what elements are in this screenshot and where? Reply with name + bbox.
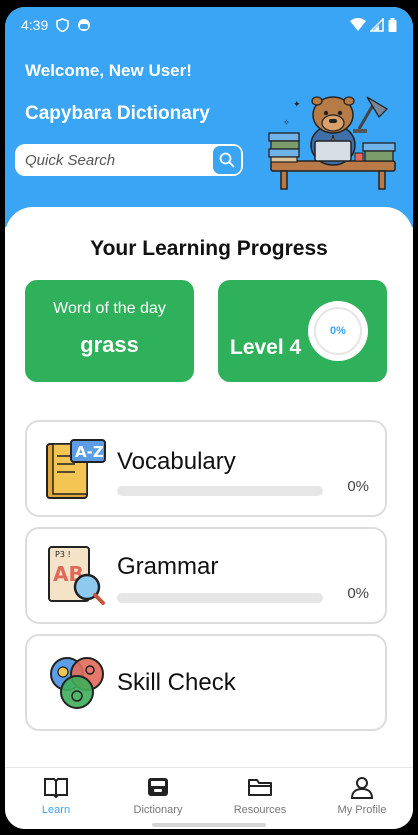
vocabulary-book-icon: A-Z <box>46 439 106 499</box>
bottom-navigation: Learn Dictionary Resources My Profile <box>5 767 413 829</box>
grammar-title: Grammar <box>117 553 219 580</box>
app-title: Capybara Dictionary <box>25 103 210 124</box>
svg-text:P3 !: P3 ! <box>55 550 71 559</box>
vocabulary-card[interactable]: A-Z Vocabulary 0% <box>25 420 387 517</box>
skill-check-venn-icon <box>50 657 104 709</box>
nav-learn-label: Learn <box>41 804 71 816</box>
level-card[interactable]: Level 4 0% <box>218 280 387 382</box>
vocabulary-progress-bar <box>117 486 323 496</box>
app-screen: 4:39 Welcome, New User! Capybara Diction… <box>5 7 413 829</box>
book-icon <box>44 778 68 799</box>
user-icon <box>350 777 374 799</box>
level-progress-ring: 0% <box>308 301 368 361</box>
search-button[interactable] <box>213 146 241 174</box>
grammar-magnifier-icon: P3 ! AB <box>48 546 105 605</box>
archive-box-icon <box>148 778 168 796</box>
level-label: Level 4 <box>230 336 302 359</box>
search-icon <box>219 152 235 168</box>
nav-dictionary-label: Dictionary <box>133 804 183 816</box>
skill-check-card[interactable]: Skill Check <box>25 634 387 731</box>
nav-my-profile-label: My Profile <box>337 804 387 816</box>
welcome-text: Welcome, New User! <box>25 61 192 80</box>
nav-learn[interactable]: Learn <box>5 768 107 829</box>
section-title: Your Learning Progress <box>90 237 328 260</box>
word-of-the-day-word: grass <box>80 332 139 357</box>
folder-icon <box>248 779 272 796</box>
grammar-progress-bar <box>117 593 323 603</box>
home-indicator[interactable] <box>152 823 266 827</box>
level-percent: 0% <box>314 307 362 355</box>
shield-icon <box>56 18 70 32</box>
word-of-the-day-card[interactable]: Word of the day grass <box>25 280 194 382</box>
wifi-icon <box>350 18 366 31</box>
nav-my-profile[interactable]: My Profile <box>311 768 413 829</box>
capybara-mascot-illustration: ✦ ✧ <box>268 96 396 190</box>
nav-resources-label: Resources <box>233 804 287 816</box>
vocabulary-percent: 0% <box>347 478 369 495</box>
word-of-the-day-label: Word of the day <box>53 300 166 317</box>
battery-icon <box>388 18 397 32</box>
vocabulary-title: Vocabulary <box>117 448 236 475</box>
search-input[interactable] <box>25 151 205 169</box>
nav-resources[interactable]: Resources <box>209 768 311 829</box>
header: Welcome, New User! Capybara Dictionary Q… <box>5 43 413 227</box>
svg-text:✦: ✦ <box>293 100 301 110</box>
skill-check-title: Skill Check <box>117 669 236 696</box>
status-time: 4:39 <box>21 17 49 33</box>
svg-text:A-Z: A-Z <box>75 443 104 461</box>
grammar-card[interactable]: P3 ! AB Grammar 0% <box>25 527 387 624</box>
svg-text:✧: ✧ <box>283 118 290 127</box>
quick-search[interactable] <box>15 144 243 176</box>
learning-progress-panel: Your Learning Progress Word of the day g… <box>5 207 413 767</box>
grammar-percent: 0% <box>347 585 369 602</box>
cat-icon <box>78 19 91 31</box>
signal-icon <box>370 18 384 32</box>
nav-dictionary[interactable]: Dictionary <box>107 768 209 829</box>
status-bar: 4:39 <box>5 7 413 43</box>
